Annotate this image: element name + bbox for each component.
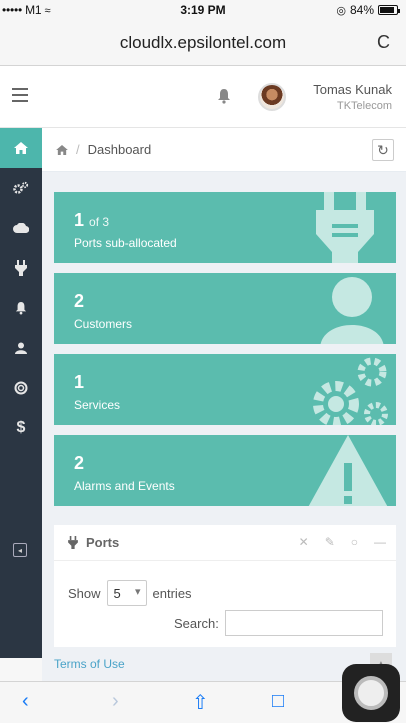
show-label: Show xyxy=(68,585,101,601)
sidebar-item-alarms[interactable] xyxy=(0,288,42,328)
entries-label: entries xyxy=(152,585,192,601)
sidebar-item-support[interactable] xyxy=(0,368,42,408)
lifebuoy-icon xyxy=(14,381,28,395)
tile-customers-label: Customers xyxy=(74,317,133,331)
sidebar-item-customers[interactable] xyxy=(0,328,42,368)
battery-status: ◎ 84% xyxy=(336,3,400,17)
tile-alarms-label: Alarms and Events xyxy=(74,479,175,493)
close-icon[interactable]: ✕ xyxy=(299,535,309,549)
reload-icon[interactable]: C xyxy=(377,32,390,53)
app-header: Tomas Kunak TKTelecom xyxy=(0,66,406,128)
gears-icon xyxy=(313,357,388,425)
user-icon xyxy=(15,342,27,354)
tile-ports[interactable]: 1 of 3 Ports sub-allocated xyxy=(54,192,396,263)
tile-alarms[interactable]: 2 Alarms and Events xyxy=(54,435,396,506)
status-bar: ••••• M1 ≈ 3:19 PM ◎ 84% xyxy=(0,0,406,20)
sidebar-item-cloud[interactable] xyxy=(0,208,42,248)
tile-ports-number: 1 of 3 xyxy=(74,210,110,230)
breadcrumb-current: Dashboard xyxy=(87,142,152,157)
search-control: Search: xyxy=(174,610,383,636)
avatar[interactable] xyxy=(258,83,286,111)
tint-icon[interactable]: ○ xyxy=(351,535,358,549)
back-icon[interactable]: ‹ xyxy=(22,690,29,713)
terms-link[interactable]: Terms of Use xyxy=(54,657,125,671)
search-label: Search: xyxy=(174,615,219,631)
ios-top-bar: ••••• M1 ≈ 3:19 PM ◎ 84% cloudlx.epsilon… xyxy=(0,0,406,66)
assistive-touch-button[interactable] xyxy=(342,664,400,722)
cloud-icon xyxy=(13,223,29,233)
breadcrumb-separator: / xyxy=(76,142,80,157)
bookmarks-icon[interactable]: □ xyxy=(272,690,284,713)
home-icon[interactable] xyxy=(56,144,68,155)
tile-ports-label: Ports sub-allocated xyxy=(74,236,177,250)
forward-icon[interactable]: › xyxy=(112,690,119,713)
user-name[interactable]: Tomas Kunak xyxy=(313,82,392,97)
sidebar: $ ◂ xyxy=(0,128,42,658)
user-org: TKTelecom xyxy=(336,100,392,112)
tile-services-number: 1 xyxy=(74,372,85,392)
plug-icon xyxy=(68,536,78,549)
sidebar-item-settings[interactable] xyxy=(0,168,42,208)
tile-customers[interactable]: 2 Customers xyxy=(54,273,396,344)
menu-icon[interactable] xyxy=(12,88,28,106)
refresh-icon: ↻ xyxy=(377,141,389,158)
refresh-button[interactable]: ↻ xyxy=(372,139,394,161)
collapse-icon[interactable]: — xyxy=(374,535,386,549)
sidebar-item-ports[interactable] xyxy=(0,248,42,288)
sidebar-item-billing[interactable]: $ xyxy=(0,408,42,448)
ports-title: Ports xyxy=(86,535,120,550)
ports-actions: ✕ ✎ ○ — xyxy=(299,535,386,549)
dollar-icon: $ xyxy=(16,419,26,436)
battery-icon xyxy=(378,5,400,15)
user-block[interactable]: Tomas Kunak TKTelecom xyxy=(313,82,392,112)
sidebar-toggle-icon[interactable]: ◂ xyxy=(13,543,27,557)
sidebar-item-home[interactable] xyxy=(0,128,42,168)
user-icon xyxy=(320,277,384,344)
main-content: / Dashboard ↻ 1 of 3 Ports sub-allocated… xyxy=(42,128,406,675)
entries-control: Show 5 entries xyxy=(68,580,192,606)
url-text[interactable]: cloudlx.epsilontel.com xyxy=(120,33,286,53)
tile-alarms-number: 2 xyxy=(74,453,85,473)
gears-icon xyxy=(13,181,29,194)
edit-icon[interactable]: ✎ xyxy=(325,535,335,549)
entries-select[interactable]: 5 xyxy=(106,580,147,606)
bell-icon xyxy=(15,302,27,315)
battery-percent: 84% xyxy=(349,3,374,17)
breadcrumb: / Dashboard ↻ xyxy=(42,128,406,172)
bell-icon[interactable] xyxy=(217,88,231,104)
search-input[interactable] xyxy=(224,610,383,636)
plug-icon xyxy=(15,260,27,276)
tile-customers-number: 2 xyxy=(74,291,85,311)
tile-services[interactable]: 1 Services xyxy=(54,354,396,425)
home-icon xyxy=(14,142,28,154)
ports-panel-header: Ports ✕ ✎ ○ — xyxy=(54,525,396,561)
warning-icon xyxy=(308,435,388,506)
plug-icon xyxy=(316,192,374,263)
url-bar[interactable]: cloudlx.epsilontel.com C xyxy=(0,20,406,66)
share-icon[interactable]: ⇧ xyxy=(192,690,209,715)
tile-services-label: Services xyxy=(74,398,121,412)
